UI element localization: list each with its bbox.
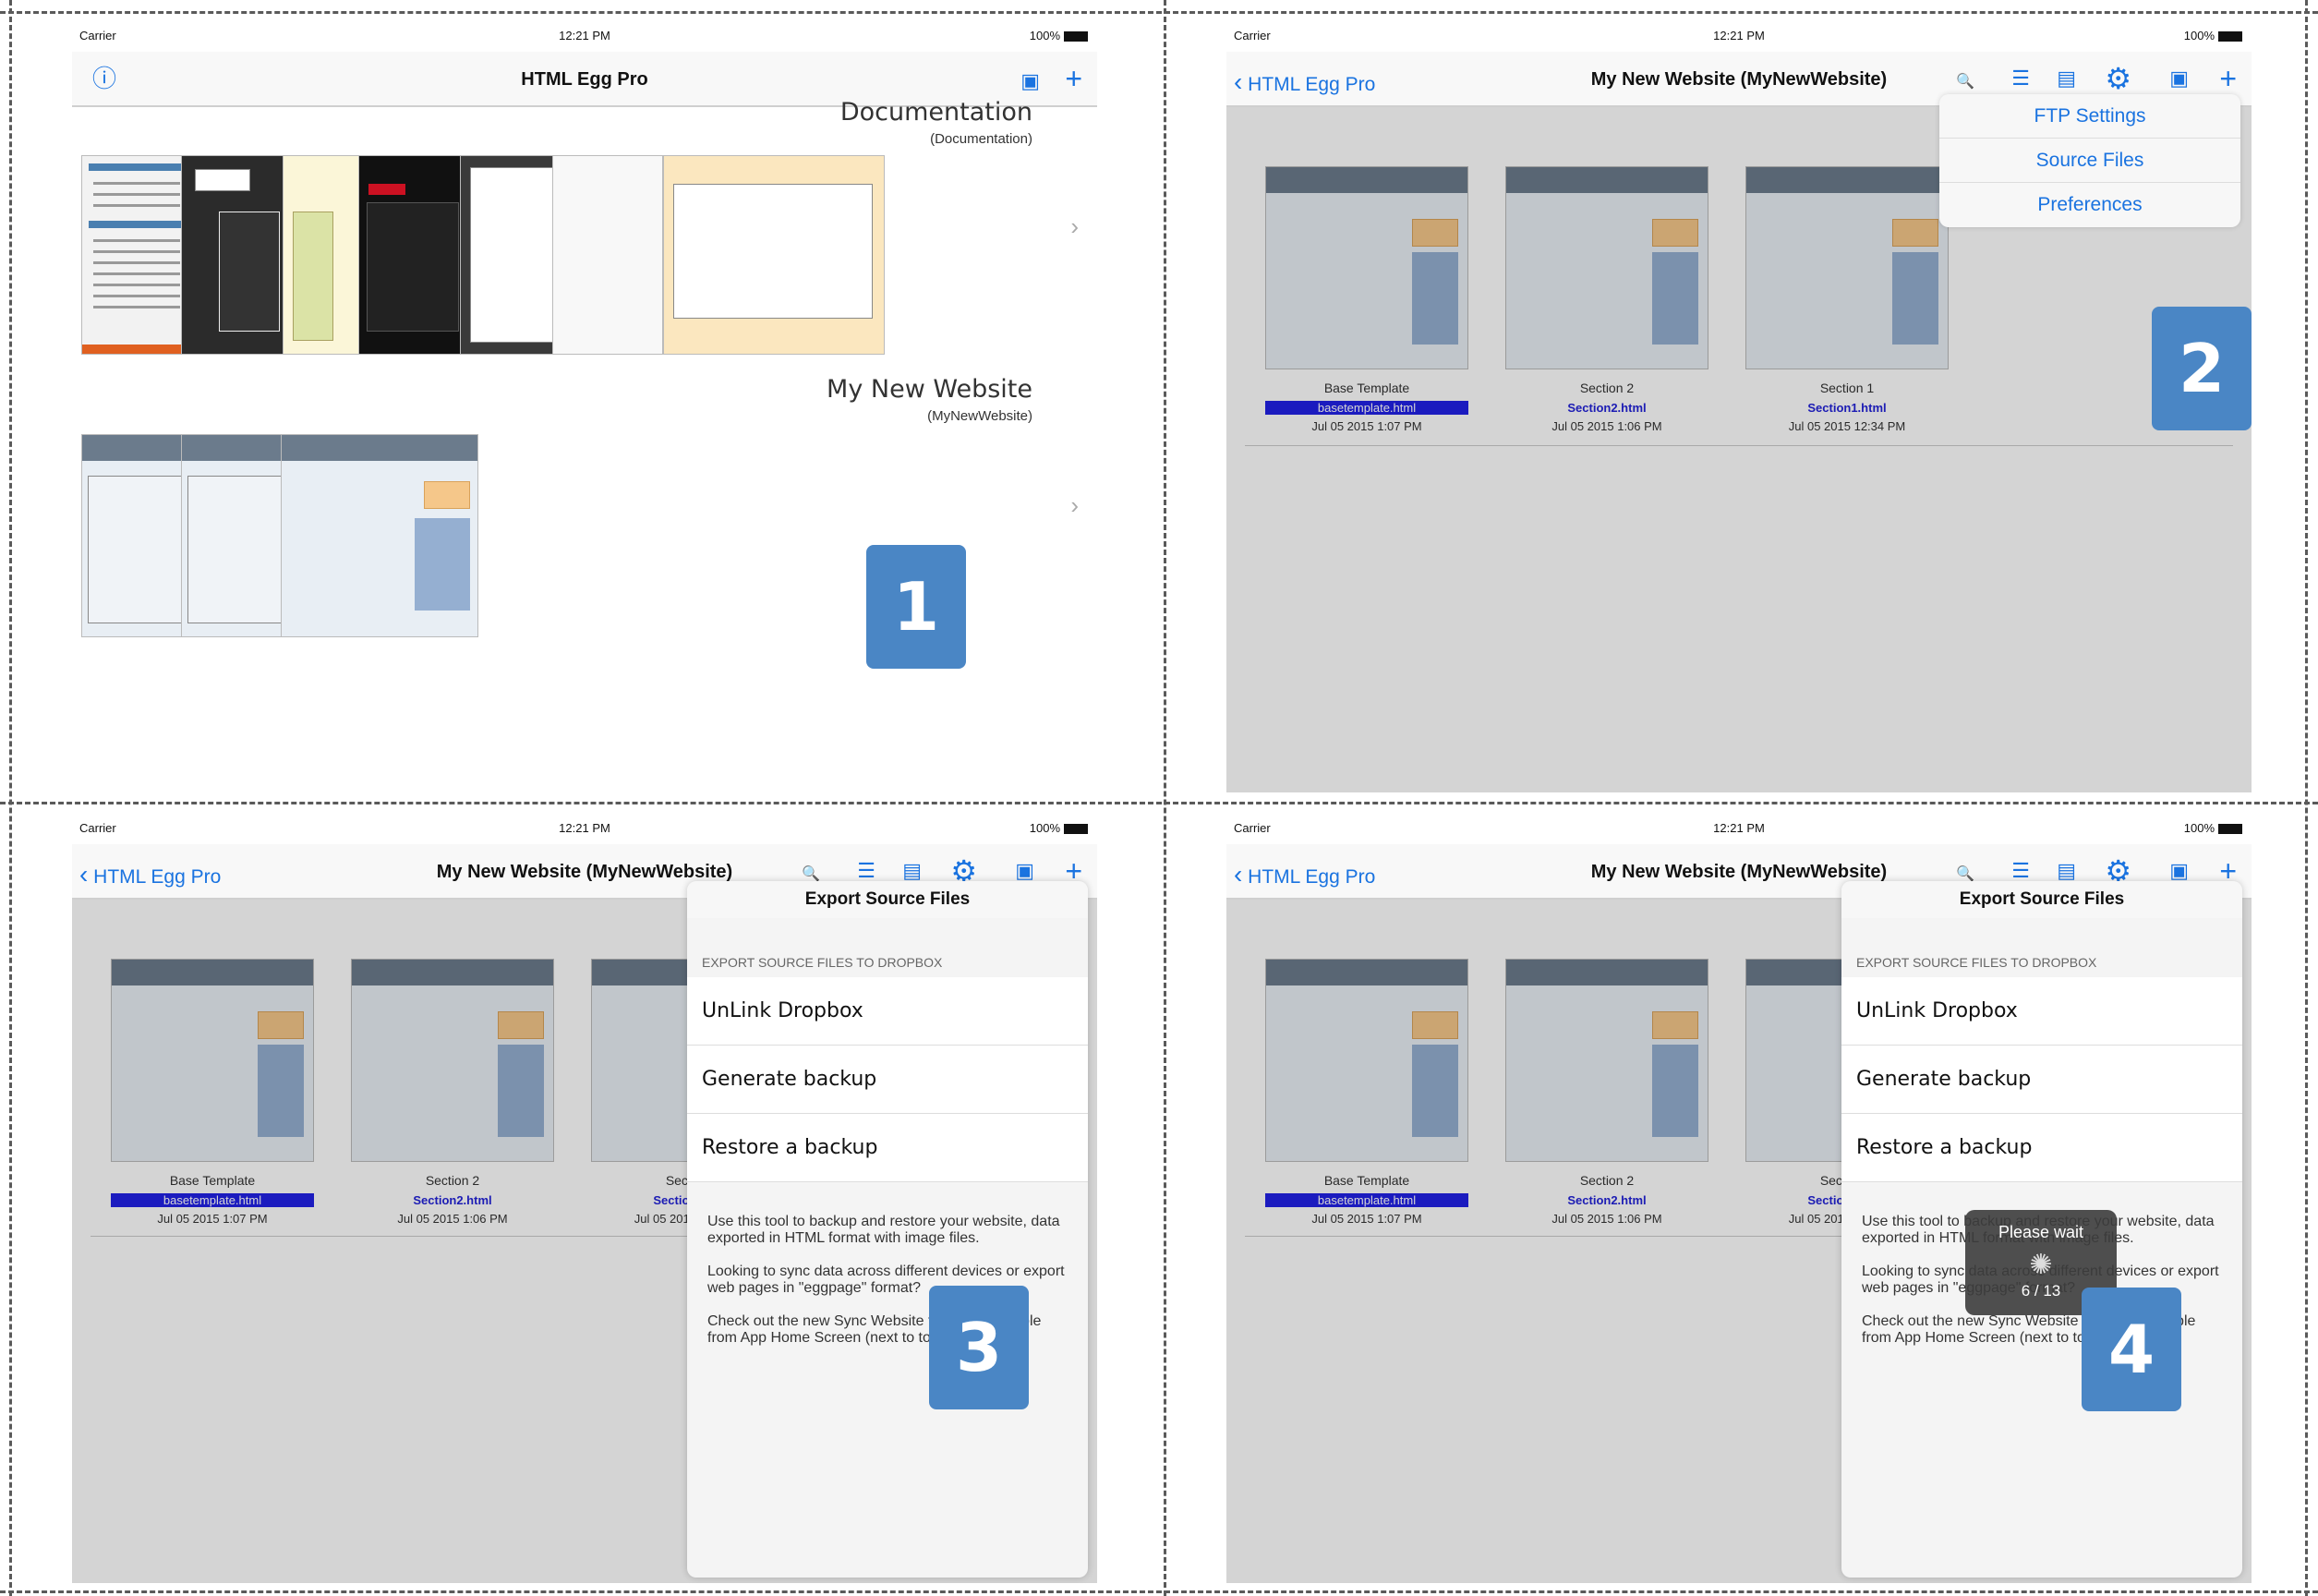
menu-item-preferences[interactable]: Preferences: [1939, 183, 2240, 227]
export-popover: Export Source Files EXPORT SOURCE FILES …: [1841, 881, 2242, 1578]
website-thumbnails[interactable]: [81, 434, 478, 637]
generate-backup-button[interactable]: Generate backup: [687, 1046, 1088, 1114]
group-title-mynewwebsite: My New Website: [827, 375, 1032, 404]
popover-title: Export Source Files: [1841, 881, 2242, 918]
battery-label: 100%: [2183, 821, 2215, 835]
documentation-thumbnails[interactable]: [81, 155, 885, 355]
doc-thumbnail[interactable]: [81, 155, 192, 355]
battery-indicator: 100%: [2184, 821, 2242, 835]
page-thumbnail[interactable]: [281, 434, 478, 637]
group-subtitle-mynewwebsite: (MyNewWebsite): [927, 408, 1032, 424]
page-thumbnail[interactable]: [181, 434, 292, 637]
battery-icon: [1064, 31, 1088, 42]
separator-top: [0, 11, 2318, 14]
group-subtitle-documentation: (Documentation): [930, 131, 1032, 147]
separator-bottom: [0, 1590, 2318, 1593]
restore-backup-button[interactable]: Restore a backup: [1841, 1114, 2242, 1182]
battery-icon: [2218, 824, 2242, 835]
menu-item-ftp-settings[interactable]: FTP Settings: [1939, 94, 2240, 139]
status-bar: Carrier 12:21 PM 100%: [72, 813, 1097, 844]
section-header: EXPORT SOURCE FILES TO DROPBOX: [1856, 955, 2097, 970]
page-title: My New Website (MyNewWebsite): [1590, 862, 1888, 882]
battery-icon: [1064, 824, 1088, 835]
gear-icon[interactable]: ⚙: [2105, 63, 2131, 94]
doc-thumbnail[interactable]: [181, 155, 292, 355]
add-icon[interactable]: +: [2219, 63, 2237, 94]
step-badge: 2: [2152, 307, 2252, 430]
battery-indicator: 100%: [1030, 29, 1088, 42]
generate-backup-button[interactable]: Generate backup: [1841, 1046, 2242, 1114]
settings-menu: FTP Settings Source Files Preferences: [1939, 94, 2240, 227]
unlink-dropbox-button[interactable]: UnLink Dropbox: [1841, 977, 2242, 1046]
battery-indicator: 100%: [1030, 821, 1088, 835]
unlink-dropbox-button[interactable]: UnLink Dropbox: [687, 977, 1088, 1046]
doc-thumbnail[interactable]: [460, 155, 561, 355]
battery-icon: [2218, 31, 2242, 42]
step-badge: 3: [929, 1286, 1029, 1409]
screen-2: Carrier 12:21 PM 100% ‹ HTML Egg Pro My …: [1226, 20, 2252, 792]
page-thumbnail[interactable]: [81, 434, 192, 637]
doc-thumbnail[interactable]: [663, 155, 885, 355]
group-title-documentation: Documentation: [839, 98, 1032, 127]
section-header: EXPORT SOURCE FILES TO DROPBOX: [702, 955, 943, 970]
sync-icon[interactable]: ▣: [1020, 66, 1040, 97]
screen-4: Carrier 12:21 PM 100% ‹ HTML Egg Pro My …: [1226, 813, 2252, 1583]
page-title: HTML Egg Pro: [521, 69, 648, 90]
clock-label: 12:21 PM: [1713, 29, 1765, 42]
clock-label: 12:21 PM: [559, 29, 610, 42]
export-popover: Export Source Files EXPORT SOURCE FILES …: [687, 881, 1088, 1578]
status-bar: Carrier 12:21 PM 100%: [72, 20, 1097, 52]
status-bar: Carrier 12:21 PM 100%: [1226, 813, 2252, 844]
menu-item-source-files[interactable]: Source Files: [1939, 139, 2240, 183]
spinner-icon: ✺: [2029, 1250, 2053, 1280]
hud-title: Please wait: [1998, 1223, 2084, 1241]
status-bar: Carrier 12:21 PM 100%: [1226, 20, 2252, 52]
preview-icon[interactable]: ▣: [2169, 63, 2189, 94]
page-title: My New Website (MyNewWebsite): [436, 862, 733, 882]
step-badge: 4: [2082, 1288, 2181, 1411]
doc-thumbnail[interactable]: [552, 155, 663, 355]
separator-center: [1164, 0, 1166, 1596]
sort-icon[interactable]: ☰: [2011, 63, 2030, 94]
battery-label: 100%: [1029, 29, 1060, 42]
screen-1: Carrier 12:21 PM 100% ⓘ HTML Egg Pro ▣ +…: [72, 20, 1097, 792]
battery-label: 100%: [2183, 29, 2215, 42]
clock-label: 12:21 PM: [1713, 821, 1765, 835]
separator-right: [2305, 0, 2308, 1596]
clock-label: 12:21 PM: [559, 821, 610, 835]
screen-3: Carrier 12:21 PM 100% ‹ HTML Egg Pro My …: [72, 813, 1097, 1583]
separator-middle: [0, 802, 2318, 804]
chevron-right-icon[interactable]: ›: [1070, 491, 1079, 520]
chevron-right-icon[interactable]: ›: [1070, 212, 1079, 241]
restore-backup-button[interactable]: Restore a backup: [687, 1114, 1088, 1182]
separator-left: [9, 0, 12, 1596]
description-text: Use this tool to backup and restore your…: [707, 1214, 1060, 1246]
battery-indicator: 100%: [2184, 29, 2242, 42]
doc-thumbnail[interactable]: [358, 155, 469, 355]
page-title: My New Website (MyNewWebsite): [1590, 69, 1888, 90]
battery-label: 100%: [1029, 821, 1060, 835]
file-icon[interactable]: ▤: [2057, 63, 2076, 94]
step-badge: 1: [866, 545, 966, 669]
add-icon[interactable]: +: [1065, 63, 1082, 94]
search-icon[interactable]: 🔍: [1956, 66, 1974, 98]
popover-title: Export Source Files: [687, 881, 1088, 918]
